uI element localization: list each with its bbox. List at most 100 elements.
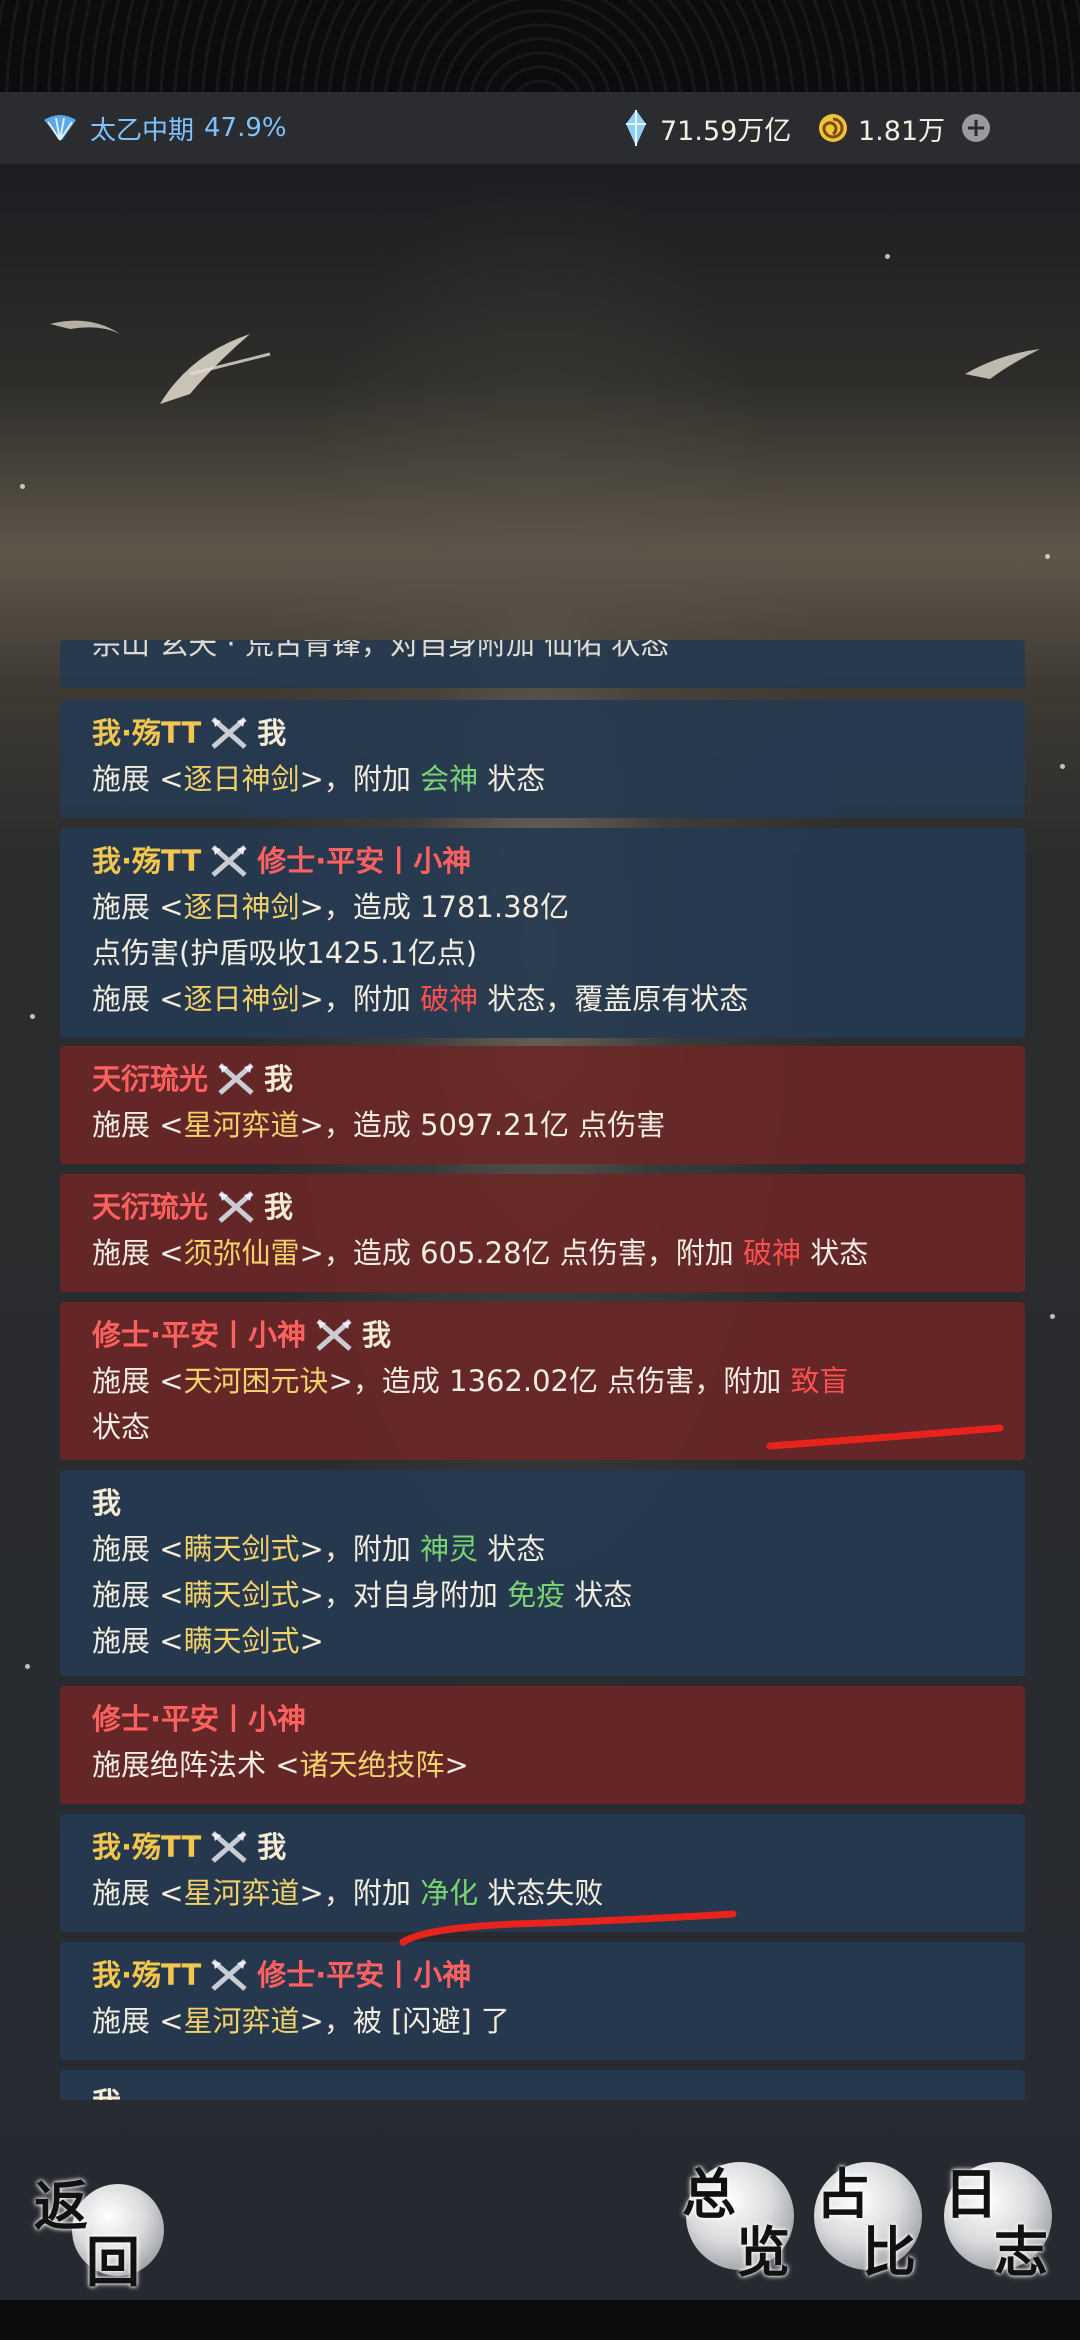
status-effect: 免疫 xyxy=(507,1578,566,1612)
log-entry-header: 天衍琉光 我 xyxy=(92,1184,993,1230)
log-entry-header: 我·殇TT 修士·平安丨小神 xyxy=(92,1952,993,1998)
log-line: 施展 <瞒天剑式>，对自身附加 免疫 状态 xyxy=(92,1578,633,1612)
status-bar: 太乙中期 47.9% 71.59万亿 1.81万 + xyxy=(0,92,1080,165)
crossed-swords-icon xyxy=(211,1831,247,1863)
journal-button[interactable]: 日 志 xyxy=(940,2150,1060,2284)
crossed-swords-icon xyxy=(211,717,247,749)
crystal-icon xyxy=(626,110,646,146)
log-entry: 修士·平安丨小神 施展绝阵法术 <诸天绝技阵> xyxy=(60,1686,1025,1804)
spirit-stone-counter: 71.59万亿 xyxy=(622,92,791,164)
status-effect: 神灵 xyxy=(420,1532,479,1566)
ratio-button[interactable]: 占 比 xyxy=(810,2150,930,2284)
log-line: 施展 <瞒天剑式>，附加 神灵 状态 xyxy=(92,1532,546,1566)
skill-name: 诸天绝技阵 xyxy=(299,1748,445,1782)
actor-name: 我 xyxy=(92,2080,121,2100)
star xyxy=(25,1664,30,1669)
attacker-name: 我·殇TT xyxy=(92,844,202,878)
spiral-coin-icon xyxy=(819,114,847,142)
skill-name: 须弥仙雷 xyxy=(183,1236,300,1270)
log-line: 施展 <须弥仙雷>，造成 605.28亿 点伤害，附加 破神 状态 xyxy=(92,1236,869,1270)
skill-name: 瞒天剑式 xyxy=(183,1578,300,1612)
log-line: 施展 <天河困元诀>，造成 1362.02亿 点伤害，附加 致盲 xyxy=(92,1364,849,1398)
target-name: 我 xyxy=(257,1830,287,1864)
skill-name: 逐日神剑 xyxy=(183,762,300,796)
skill-name: 逐日神剑 xyxy=(183,890,300,924)
log-entry: 我 xyxy=(60,2070,1025,2100)
log-entry-header: 我·殇TT 我 xyxy=(92,710,993,756)
log-entry-header: 我·殇TT 修士·平安丨小神 xyxy=(92,838,993,884)
crossed-swords-icon xyxy=(218,1063,254,1095)
log-entry-header: 我·殇TT 我 xyxy=(92,1824,993,1870)
star xyxy=(20,484,25,489)
realm-indicator[interactable]: 太乙中期 47.9% xyxy=(40,110,287,147)
attacker-name: 天衍琉光 xyxy=(92,1062,209,1096)
realm-progress: 47.9% xyxy=(204,113,287,143)
log-entry-header: 我 xyxy=(92,2080,993,2100)
red-annotation-underline xyxy=(399,1910,737,1946)
crossed-swords-icon xyxy=(211,1959,247,1991)
log-entry: 天衍琉光 我 施展 <星河弈道>，造成 5097.21亿 点伤害 xyxy=(60,1046,1025,1164)
star xyxy=(885,254,890,259)
log-line: 施展 <逐日神剑>，造成 1781.38亿 xyxy=(92,890,569,924)
log-entry: 我·殇TT 我 施展 <逐日神剑>，附加 会神 状态 xyxy=(60,700,1025,818)
target-name: 修士·平安丨小神 xyxy=(257,1958,472,1992)
back-button[interactable]: 返 回 xyxy=(30,2160,164,2294)
attacker-name: 修士·平安丨小神 xyxy=(92,1318,307,1352)
target-name: 我 xyxy=(264,1190,294,1224)
crane-illustration xyxy=(965,349,1040,379)
actor-name: 修士·平安丨小神 xyxy=(92,1702,307,1736)
target-name: 我 xyxy=(257,716,287,750)
currency-amount: 1.81万 xyxy=(858,115,946,147)
log-entry-partial: 宗山 玄天 · 荒古青锋，对自身附加 仙佑 状态 xyxy=(60,640,1025,688)
status-effect: 会神 xyxy=(420,762,479,796)
actor-name: 我 xyxy=(92,1486,122,1520)
top-decorative-band xyxy=(0,0,1080,92)
add-currency-button[interactable]: + xyxy=(962,114,990,142)
status-effect: 致盲 xyxy=(790,1364,849,1398)
log-entry: 天衍琉光 我 施展 <须弥仙雷>，造成 605.28亿 点伤害，附加 破神 状态 xyxy=(60,1174,1025,1292)
status-effect: 破神 xyxy=(420,982,479,1016)
attacker-name: 我·殇TT xyxy=(92,1958,202,1992)
skill-name: 瞒天剑式 xyxy=(183,1532,300,1566)
star xyxy=(1060,764,1065,769)
skill-name: 星河弈道 xyxy=(183,1876,300,1910)
skill-name: 瞒天剑式 xyxy=(183,1624,300,1658)
log-entry-header: 修士·平安丨小神 xyxy=(92,1696,993,1742)
target-name: 我 xyxy=(362,1318,392,1352)
crossed-swords-icon xyxy=(218,1191,254,1223)
red-annotation-underline xyxy=(766,1424,1004,1450)
log-entry: 我·殇TT 修士·平安丨小神 施展 <逐日神剑>，造成 1781.38亿 点伤害… xyxy=(60,828,1025,1038)
currency-counter: 1.81万 xyxy=(816,92,945,164)
skill-name: 天河困元诀 xyxy=(183,1364,329,1398)
attacker-name: 我·殇TT xyxy=(92,1830,202,1864)
log-line: 宗山 玄天 · 荒古青锋，对自身附加 仙佑 状态 xyxy=(92,640,670,661)
star xyxy=(30,1014,35,1019)
status-effect: 破神 xyxy=(742,1236,801,1270)
target-name: 修士·平安丨小神 xyxy=(257,844,472,878)
log-line: 施展 <逐日神剑>，附加 破神 状态，覆盖原有状态 xyxy=(92,982,749,1016)
log-line: 施展 <星河弈道>，造成 5097.21亿 点伤害 xyxy=(92,1108,666,1142)
crossed-swords-icon xyxy=(211,845,247,877)
attacker-name: 我·殇TT xyxy=(92,716,202,750)
log-line: 点伤害(护盾吸收1425.1亿点) xyxy=(92,936,478,970)
spirit-stone-amount: 71.59万亿 xyxy=(660,115,792,147)
log-entry-header: 天衍琉光 我 xyxy=(92,1056,993,1102)
log-line: 施展 <瞒天剑式> xyxy=(92,1624,324,1658)
bottom-decorative-band xyxy=(0,2300,1080,2340)
log-entry: 我·殇TT 修士·平安丨小神 施展 <星河弈道>，被 [闪避] 了 xyxy=(60,1942,1025,2060)
log-line: 施展 <星河弈道>，被 [闪避] 了 xyxy=(92,2004,510,2038)
skill-name: 星河弈道 xyxy=(183,2004,300,2038)
attacker-name: 天衍琉光 xyxy=(92,1190,209,1224)
realm-name: 太乙中期 xyxy=(90,115,195,146)
fan-icon xyxy=(44,115,76,141)
star xyxy=(1045,554,1050,559)
log-line: 施展绝阵法术 <诸天绝技阵> xyxy=(92,1748,469,1782)
log-entry: 我 施展 <瞒天剑式>，附加 神灵 状态 施展 <瞒天剑式>，对自身附加 免疫 … xyxy=(60,1470,1025,1676)
log-line: 施展 <逐日神剑>，附加 会神 状态 xyxy=(92,762,546,796)
overview-button[interactable]: 总 览 xyxy=(680,2150,800,2284)
log-entry-header: 修士·平安丨小神 我 xyxy=(92,1312,993,1358)
star xyxy=(1050,1314,1055,1319)
battle-log-panel[interactable]: 宗山 玄天 · 荒古青锋，对自身附加 仙佑 状态 我·殇TT 我 施展 <逐日神… xyxy=(40,640,1040,2100)
crane-illustration xyxy=(50,320,271,404)
crossed-swords-icon xyxy=(316,1319,352,1351)
